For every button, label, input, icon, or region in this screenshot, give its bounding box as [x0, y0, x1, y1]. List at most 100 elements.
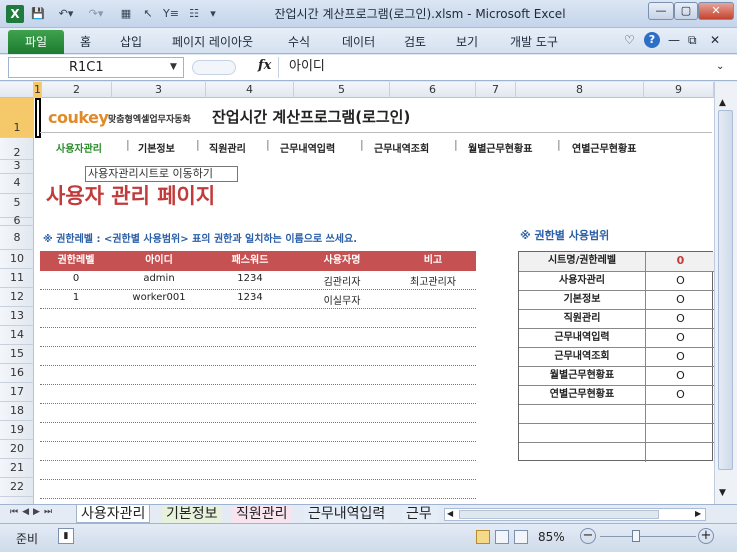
zoom-slider[interactable]: [600, 536, 696, 537]
filter-icon[interactable]: Y≡: [162, 6, 180, 22]
row-header[interactable]: 15: [0, 345, 34, 364]
row-header[interactable]: 22: [0, 478, 34, 497]
permission-row[interactable]: 사용자관리 O: [519, 272, 714, 291]
ribbon-restore-icon[interactable]: ⧉: [688, 33, 697, 48]
nav-work-query[interactable]: 근무내역조회: [374, 140, 429, 155]
permission-row[interactable]: 월별근무현황표 O: [519, 367, 714, 386]
table-cell[interactable]: worker001: [112, 292, 206, 303]
sheet-tab-work-query[interactable]: 근무: [402, 505, 438, 523]
table-row[interactable]: [40, 423, 476, 442]
row-header[interactable]: 18: [0, 402, 34, 421]
permission-value[interactable]: O: [647, 291, 714, 309]
expand-formula-icon[interactable]: ⌄: [716, 61, 724, 72]
column-header[interactable]: 5: [294, 82, 390, 98]
sheet-tab-employee-management[interactable]: 직원관리: [232, 505, 292, 523]
row-header[interactable]: 3: [0, 160, 34, 174]
save-icon[interactable]: 💾: [30, 6, 46, 22]
macro-record-icon[interactable]: ▮: [58, 528, 74, 544]
ribbon-close-icon[interactable]: ✕: [710, 33, 720, 47]
column-header[interactable]: 3: [112, 82, 206, 98]
tab-home[interactable]: 홈: [80, 33, 91, 50]
tab-formulas[interactable]: 수식: [288, 33, 310, 50]
table-cell[interactable]: 1234: [206, 292, 294, 303]
horizontal-scrollbar[interactable]: ◀ ▶: [444, 508, 706, 521]
scroll-up-icon[interactable]: ▲: [719, 98, 726, 108]
column-header[interactable]: 8: [516, 82, 644, 98]
table-row[interactable]: 1 worker001 1234 이실무자: [40, 290, 476, 309]
tab-review[interactable]: 검토: [404, 33, 426, 50]
maximize-button[interactable]: ▢: [674, 2, 698, 20]
zoom-slider-thumb[interactable]: [632, 530, 640, 542]
tab-data[interactable]: 데이터: [342, 33, 375, 50]
tab-developer[interactable]: 개발 도구: [510, 33, 558, 50]
table-cell[interactable]: 최고관리자: [390, 273, 476, 288]
table-row[interactable]: [40, 442, 476, 461]
column-header[interactable]: 7: [476, 82, 516, 98]
column-header[interactable]: 6: [390, 82, 476, 98]
table-cell[interactable]: 1234: [206, 273, 294, 284]
row-header[interactable]: 8: [0, 226, 34, 250]
row-header[interactable]: 10: [0, 250, 34, 269]
row-header[interactable]: 4: [0, 174, 34, 194]
minimize-button[interactable]: —: [648, 2, 674, 20]
column-header[interactable]: 9: [644, 82, 714, 98]
insert-function-icon[interactable]: fx: [258, 58, 271, 73]
more-icon[interactable]: ▾: [206, 6, 220, 22]
row-header[interactable]: 19: [0, 421, 34, 440]
permission-row[interactable]: [519, 405, 714, 424]
ribbon-collapse-icon[interactable]: ♡: [624, 33, 635, 47]
permission-value[interactable]: O: [647, 367, 714, 385]
table-row[interactable]: [40, 328, 476, 347]
page-break-view-icon[interactable]: [514, 530, 528, 544]
tab-file[interactable]: 파일: [8, 30, 64, 54]
form-icon[interactable]: ☷: [186, 6, 202, 22]
ribbon-minimize-icon[interactable]: —: [668, 33, 680, 47]
name-box-dropdown-icon[interactable]: ▼: [170, 62, 177, 72]
permission-value[interactable]: O: [647, 310, 714, 328]
sheet-icon[interactable]: ▦: [118, 6, 134, 22]
row-header[interactable]: 6: [0, 215, 34, 226]
permission-row[interactable]: [519, 424, 714, 443]
column-header[interactable]: 1: [34, 82, 42, 98]
zoom-out-icon[interactable]: −: [580, 528, 596, 544]
normal-view-icon[interactable]: [476, 530, 490, 544]
table-row[interactable]: [40, 461, 476, 480]
row-header[interactable]: 12: [0, 288, 34, 307]
help-icon[interactable]: ?: [644, 32, 660, 48]
column-header[interactable]: 2: [42, 82, 112, 98]
scroll-down-icon[interactable]: ▼: [719, 488, 726, 498]
permission-value[interactable]: O: [647, 348, 714, 366]
nav-user-management[interactable]: 사용자관리: [56, 140, 102, 155]
zoom-level[interactable]: 85%: [538, 530, 565, 544]
table-cell[interactable]: admin: [112, 273, 206, 284]
tab-scroll-icons[interactable]: ⏮◀▶⏭: [10, 507, 56, 517]
close-button[interactable]: ✕: [698, 2, 734, 20]
scroll-right-icon[interactable]: ▶: [695, 509, 701, 518]
table-row[interactable]: 0 admin 1234 김관리자 최고관리자: [40, 271, 476, 290]
formula-splitter[interactable]: [192, 60, 236, 75]
permission-value[interactable]: O: [647, 329, 714, 347]
table-row[interactable]: [40, 480, 476, 499]
permission-row[interactable]: 근무내역조회 O: [519, 348, 714, 367]
table-row[interactable]: [40, 366, 476, 385]
table-row[interactable]: [40, 347, 476, 366]
table-cell[interactable]: 김관리자: [294, 273, 390, 288]
permission-value[interactable]: O: [647, 386, 714, 404]
select-all-corner[interactable]: [0, 82, 34, 98]
table-row[interactable]: [40, 385, 476, 404]
sheet-tab-basic-info[interactable]: 기본정보: [162, 505, 222, 523]
undo-icon[interactable]: ↶▾: [52, 6, 80, 22]
tab-insert[interactable]: 삽입: [120, 33, 142, 50]
nav-basic-info[interactable]: 기본정보: [138, 140, 175, 155]
permission-row[interactable]: 직원관리 O: [519, 310, 714, 329]
zoom-in-icon[interactable]: +: [698, 528, 714, 544]
row-header[interactable]: 11: [0, 269, 34, 288]
row-header[interactable]: 20: [0, 440, 34, 459]
vertical-scrollbar[interactable]: ▲ ▼: [714, 82, 737, 504]
permission-row[interactable]: 근무내역입력 O: [519, 329, 714, 348]
permission-row[interactable]: [519, 443, 714, 462]
row-header[interactable]: 1: [0, 98, 34, 138]
nav-monthly-report[interactable]: 월별근무현황표: [468, 140, 532, 155]
permission-row[interactable]: 기본정보 O: [519, 291, 714, 310]
sheet-tab-user-management[interactable]: 사용자관리: [76, 505, 151, 523]
